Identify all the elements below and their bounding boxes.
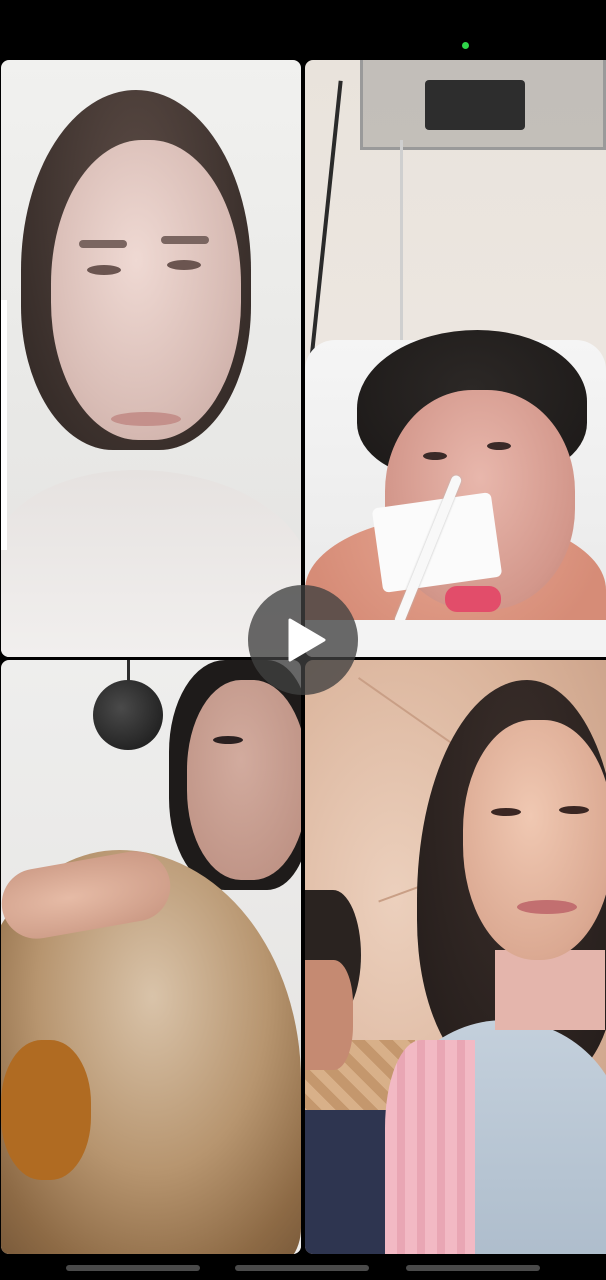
gauze-pad: [371, 492, 503, 593]
child-face: [305, 960, 353, 1070]
play-button[interactable]: [248, 585, 358, 695]
participant-face: [187, 680, 301, 880]
participant-face: [463, 720, 606, 960]
wall-device: [425, 80, 525, 130]
eye: [491, 808, 521, 816]
participant-sleeve: [385, 1040, 475, 1254]
eye: [423, 452, 447, 460]
dog-fur-patch: [1, 1040, 91, 1180]
eyebrow: [79, 240, 127, 248]
page-indicator: [235, 1265, 369, 1271]
participant-tile-top-right[interactable]: [305, 60, 606, 657]
eye: [213, 736, 243, 744]
eye: [559, 806, 589, 814]
edge-highlight: [1, 300, 7, 550]
play-icon: [288, 618, 326, 662]
chest-sensor: [445, 586, 501, 612]
participant-tile-top-left[interactable]: [1, 60, 301, 657]
eyebrow: [161, 236, 209, 244]
mouth: [517, 900, 577, 914]
participant-neck: [495, 950, 605, 1030]
page-indicator: [66, 1265, 200, 1271]
participant-tile-bottom-left[interactable]: [1, 660, 301, 1254]
participant-tile-bottom-right[interactable]: [305, 660, 606, 1254]
eye: [487, 442, 511, 450]
eye: [87, 265, 121, 275]
participant-face: [51, 140, 241, 440]
eye: [167, 260, 201, 270]
page-indicator: [406, 1265, 540, 1271]
camera-active-indicator: [462, 42, 469, 49]
pendant-lamp: [93, 680, 163, 750]
video-call-screen: [0, 0, 606, 1280]
mouth: [111, 412, 181, 426]
